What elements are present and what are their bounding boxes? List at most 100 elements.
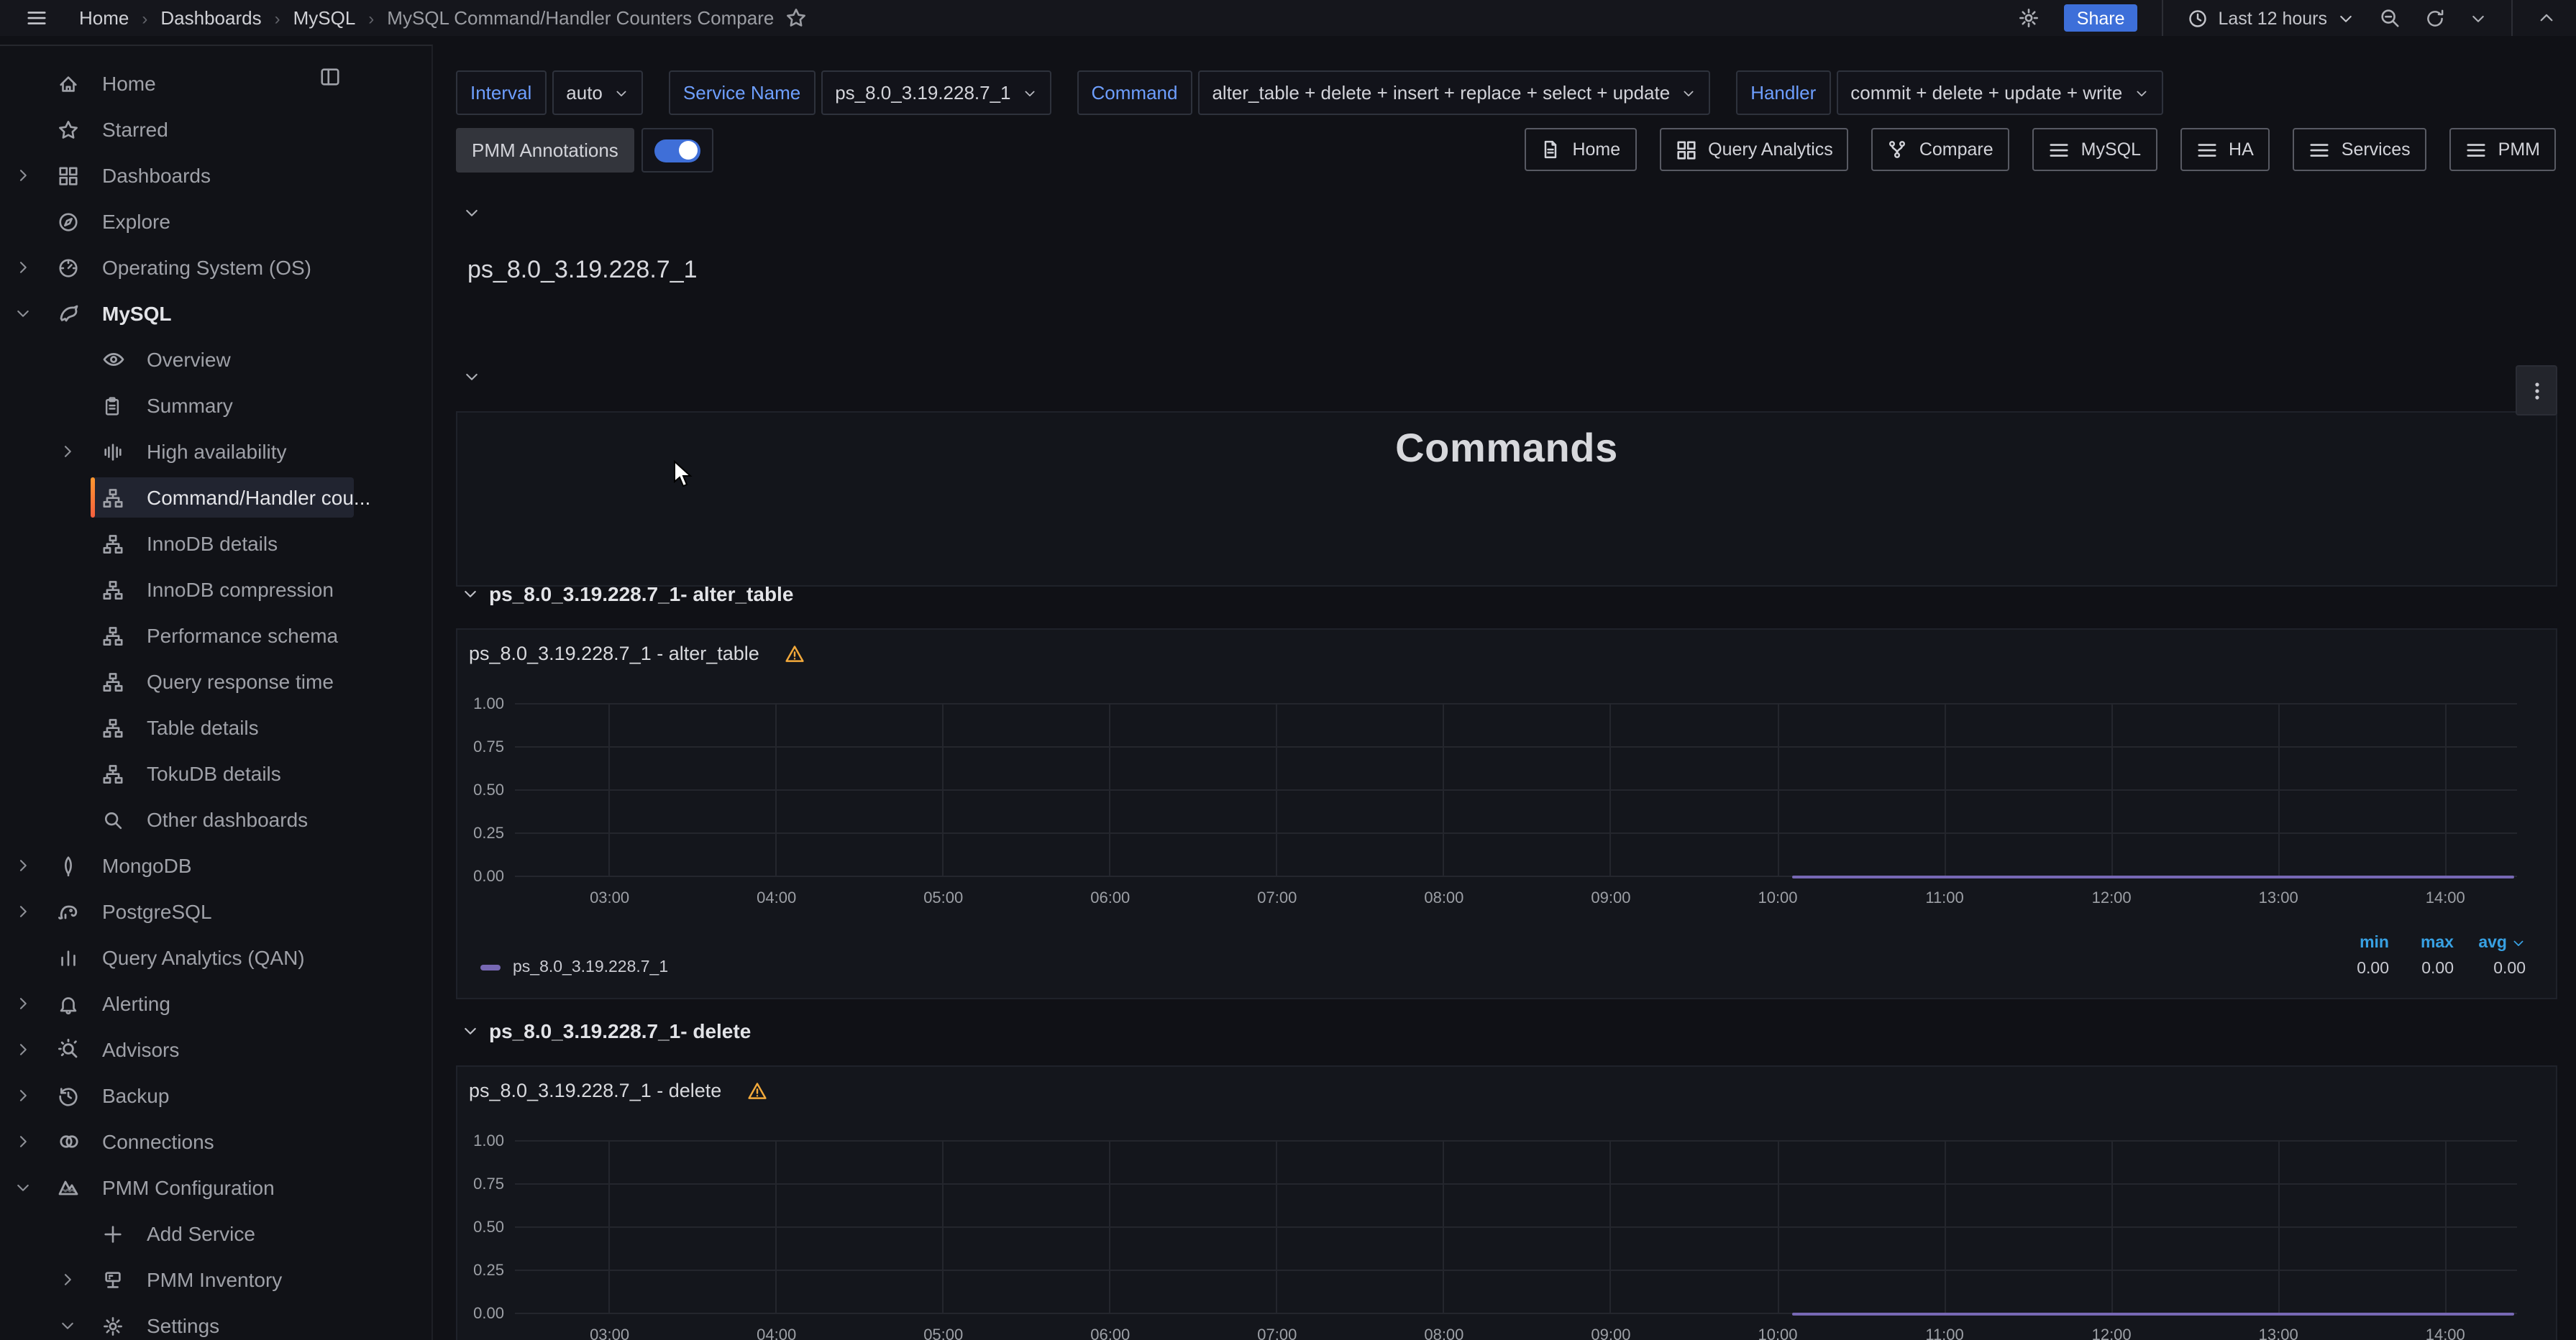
sidebar-item-pmm-inventory[interactable]: PMM Inventory — [0, 1257, 431, 1303]
sidebar-item-query-analytics-qan[interactable]: Query Analytics (QAN) — [0, 935, 431, 981]
refresh-interval-chevron-icon[interactable] — [2470, 9, 2487, 27]
stat-header-min[interactable]: min — [2324, 934, 2389, 951]
link-button-services[interactable]: Services — [2293, 128, 2426, 171]
gridline-vertical — [1443, 704, 1445, 876]
sidebar-item-alerting[interactable]: Alerting — [0, 981, 431, 1027]
section-row-delete[interactable]: ps_8.0_3.19.228.7_1- delete — [462, 1019, 751, 1042]
variable-dropdown-command[interactable]: alter_table + delete + insert + replace … — [1197, 70, 1710, 115]
sidebar-item-starred[interactable]: Starred — [0, 106, 431, 152]
sidebar-item-innodb-compression[interactable]: InnoDB compression — [0, 566, 431, 612]
row-collapse-chevron-icon[interactable] — [463, 368, 480, 385]
warning-icon[interactable] — [784, 643, 805, 664]
gauge-icon — [58, 257, 79, 278]
sidebar-item-pmm-configuration[interactable]: PMM Configuration — [0, 1165, 431, 1211]
chevron-down-icon — [14, 305, 32, 322]
chevron-down-icon — [1681, 86, 1696, 100]
plus-icon — [102, 1223, 124, 1244]
mouse-cursor — [673, 460, 693, 489]
sidebar-item-innodb-details[interactable]: InnoDB details — [0, 520, 431, 566]
variable-dropdown-interval[interactable]: auto — [552, 70, 643, 115]
y-axis-tick-label: 0.75 — [447, 739, 504, 756]
x-axis-tick-label: 10:00 — [1758, 1326, 1797, 1340]
breadcrumb-separator: › — [368, 8, 374, 28]
sidebar-item-summary[interactable]: Summary — [0, 382, 431, 428]
section-row-alter-table[interactable]: ps_8.0_3.19.228.7_1- alter_table — [462, 582, 793, 605]
variable-dropdown-handler[interactable]: commit + delete + update + write — [1836, 70, 2162, 115]
commands-text-panel: Commands — [456, 411, 2557, 587]
link-button-ha[interactable]: HA — [2180, 128, 2270, 171]
sidebar-item-table-details[interactable]: Table details — [0, 705, 431, 751]
stat-header-max[interactable]: max — [2389, 934, 2454, 951]
house-icon — [58, 73, 79, 94]
sidebar-item-connections[interactable]: Connections — [0, 1119, 431, 1165]
sitemap-icon — [102, 487, 124, 508]
link-button-compare[interactable]: Compare — [1872, 128, 2009, 171]
annotations-toggle[interactable] — [654, 139, 700, 162]
variable-label: Command — [1077, 70, 1192, 115]
stat-header-avg[interactable]: avg — [2454, 934, 2526, 951]
fork-icon — [1888, 139, 1908, 160]
chevron-right-icon — [14, 1133, 32, 1150]
link-button-pmm[interactable]: PMM — [2449, 128, 2556, 171]
sidebar-item-settings[interactable]: Settings — [0, 1303, 431, 1340]
gridline-horizontal — [514, 832, 2516, 834]
legend-item[interactable]: ps_8.0_3.19.228.7_1 — [480, 958, 668, 976]
chevron-up-icon[interactable] — [2537, 9, 2556, 27]
breadcrumb-item[interactable]: Dashboards — [160, 7, 261, 29]
link-button-query-analytics[interactable]: Query Analytics — [1659, 128, 1849, 171]
topbar-actions: Share Last 12 hours — [2018, 0, 2556, 36]
chart-bars-icon — [58, 947, 79, 968]
refresh-icon[interactable] — [2425, 8, 2445, 28]
dashboard-settings-icon[interactable] — [2018, 7, 2040, 29]
sidebar-item-query-response-time[interactable]: Query response time — [0, 658, 431, 705]
sidebar-item-performance-schema[interactable]: Performance schema — [0, 612, 431, 658]
breadcrumb-item[interactable]: MySQL — [293, 7, 356, 29]
link-button-home[interactable]: Home — [1525, 128, 1636, 171]
chart-plot-area — [514, 1141, 2516, 1313]
divider — [2162, 0, 2164, 36]
warning-icon[interactable] — [746, 1080, 767, 1101]
sidebar-item-advisors[interactable]: Advisors — [0, 1027, 431, 1073]
y-axis-tick-label: 0.00 — [447, 868, 504, 886]
x-axis-tick-label: 12:00 — [2092, 889, 2132, 907]
menu-icon[interactable] — [26, 7, 47, 29]
menu-icon — [2048, 139, 2070, 160]
sidebar-item-mongodb[interactable]: MongoDB — [0, 843, 431, 889]
share-button[interactable]: Share — [2064, 4, 2138, 32]
panel-menu-icon[interactable] — [2516, 365, 2557, 416]
sidebar-item-tokudb-details[interactable]: TokuDB details — [0, 751, 431, 797]
x-axis-tick-label: 04:00 — [757, 889, 796, 907]
sidebar-item-explore[interactable]: Explore — [0, 198, 431, 244]
sidebar-item-home[interactable]: Home — [0, 60, 431, 106]
sidebar-item-backup[interactable]: Backup — [0, 1073, 431, 1119]
breadcrumb-item[interactable]: MySQL Command/Handler Counters Compare — [387, 7, 774, 29]
sidebar-item-dashboards[interactable]: Dashboards — [0, 152, 431, 198]
panel-header[interactable]: ps_8.0_3.19.228.7_1 - delete — [457, 1067, 2556, 1114]
sidebar-item-overview[interactable]: Overview — [0, 336, 431, 382]
star-favorite-icon[interactable] — [785, 7, 807, 29]
y-axis-tick-label: 0.25 — [447, 1262, 504, 1280]
breadcrumb-item[interactable]: Home — [79, 7, 129, 29]
gridline-vertical — [2278, 704, 2279, 876]
elephant-icon — [58, 900, 79, 923]
gridline-vertical — [943, 1141, 944, 1313]
sidebar-item-postgresql[interactable]: PostgreSQL — [0, 889, 431, 935]
sidebar-item-add-service[interactable]: Add Service — [0, 1211, 431, 1257]
sidebar-item-other-dashboards[interactable]: Other dashboards — [0, 797, 431, 843]
zoom-out-icon[interactable] — [2379, 7, 2401, 29]
sidebar-item-command-handler-cou[interactable]: Command/Handler cou... — [0, 474, 431, 520]
sidebar-item-operating-system-os[interactable]: Operating System (OS) — [0, 244, 431, 290]
time-range-picker[interactable]: Last 12 hours — [2188, 8, 2355, 28]
link-button-mysql[interactable]: MySQL — [2032, 128, 2157, 171]
panel-title: ps_8.0_3.19.228.7_1 - alter_table — [469, 643, 759, 664]
chevron-right-icon — [14, 1087, 32, 1104]
gridline-vertical — [1610, 704, 1612, 876]
sidebar-item-mysql[interactable]: MySQL — [0, 290, 431, 336]
x-axis-tick-label: 06:00 — [1090, 1326, 1130, 1340]
sidebar-item-high-availability[interactable]: High availability — [0, 428, 431, 474]
history-icon — [58, 1085, 79, 1106]
panel-header[interactable]: ps_8.0_3.19.228.7_1 - alter_table — [457, 630, 2556, 677]
x-axis-tick-label: 08:00 — [1424, 889, 1463, 907]
row-collapse-chevron-icon[interactable] — [463, 204, 480, 221]
variable-dropdown-service-name[interactable]: ps_8.0_3.19.228.7_1 — [821, 70, 1051, 115]
